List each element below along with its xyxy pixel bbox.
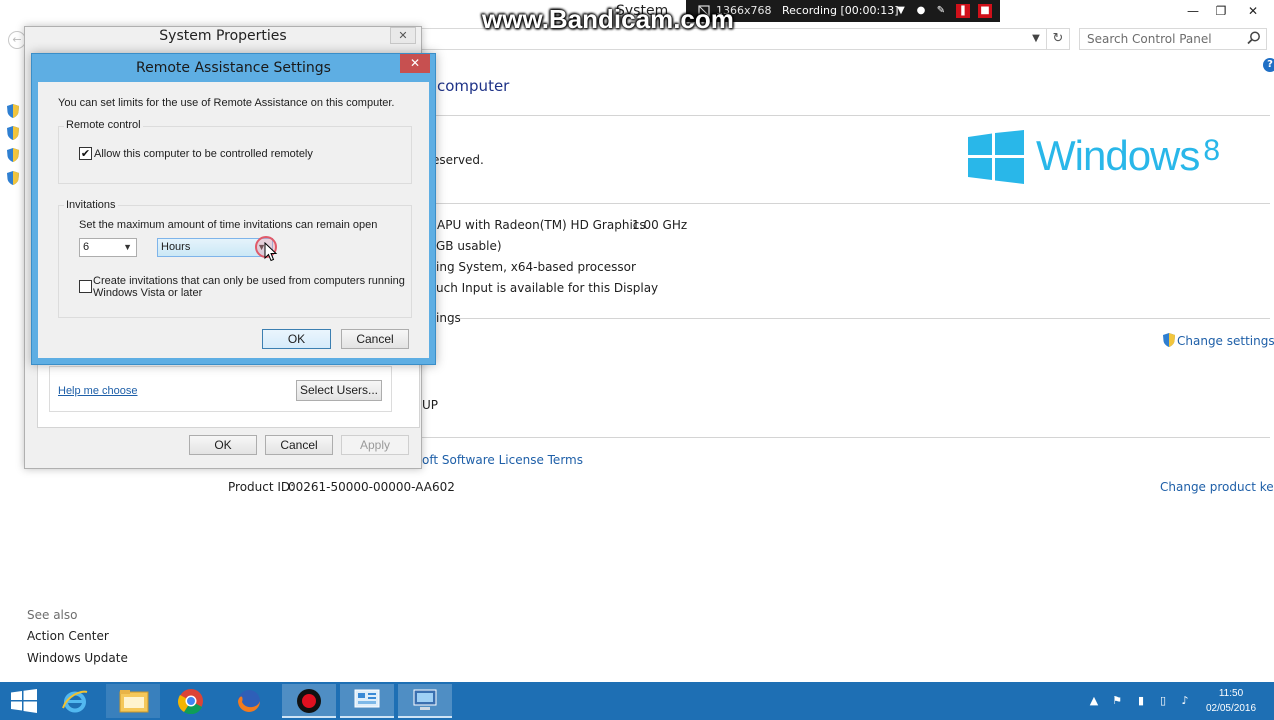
copyright-text: eserved.: [432, 153, 484, 167]
pen-touch-value: uch Input is available for this Display: [436, 281, 659, 295]
help-me-choose-link[interactable]: Help me choose: [58, 385, 138, 397]
chevron-down-icon: ▼: [123, 242, 132, 252]
pause-icon[interactable]: ❚: [956, 4, 970, 18]
refresh-icon[interactable]: ↻: [1046, 28, 1070, 50]
search-placeholder: Search Control Panel: [1087, 32, 1212, 46]
product-id-value: 00261-50000-00000-AA602: [288, 480, 455, 494]
shield-icon: [7, 104, 19, 118]
taskbar-file-explorer[interactable]: [106, 684, 160, 718]
maximize-button[interactable]: ❐: [1204, 0, 1238, 22]
ram-value: GB usable): [436, 239, 502, 253]
vista-only-checkbox[interactable]: [79, 280, 92, 293]
close-window-button[interactable]: ✕: [1236, 0, 1270, 22]
computer-icon: [413, 689, 437, 710]
taskbar-chrome[interactable]: [164, 684, 218, 718]
folder-icon: [119, 690, 149, 713]
change-product-key-link[interactable]: Change product key: [1160, 480, 1274, 494]
change-settings-link[interactable]: Change settings: [1177, 334, 1274, 348]
firefox-icon: [238, 690, 260, 712]
clock-date[interactable]: 02/05/2016: [1200, 703, 1262, 714]
shield-icon: [7, 126, 19, 140]
allow-remote-control-checkbox[interactable]: ✔: [79, 147, 92, 160]
product-id-label: Product ID:: [228, 480, 295, 494]
vista-only-label-line2: Windows Vista or later: [93, 287, 203, 299]
max-time-label: Set the maximum amount of time invitatio…: [79, 219, 378, 231]
windows-version-text: 8: [1203, 134, 1220, 167]
camera-icon[interactable]: ●: [914, 4, 928, 18]
control-panel-icon: [354, 689, 380, 708]
clock-time[interactable]: 11:50: [1200, 688, 1262, 699]
windows-brand-text: Windows: [1036, 132, 1200, 179]
close-icon[interactable]: ✕: [390, 27, 416, 44]
windows-8-brand: Windows 8: [1036, 132, 1220, 180]
ra-ok-button[interactable]: OK: [262, 329, 331, 349]
workgroup-value: UP: [422, 398, 439, 412]
internet-explorer-icon: [62, 690, 88, 713]
windows-update-link[interactable]: Windows Update: [27, 651, 128, 665]
chevron-down-icon[interactable]: ▼: [1026, 29, 1046, 49]
ra-cancel-button[interactable]: Cancel: [341, 329, 409, 349]
divider: [436, 203, 1270, 204]
shield-icon: [7, 171, 19, 185]
recorder-status: Recording [00:00:13]: [782, 4, 899, 17]
shield-icon: [7, 148, 19, 162]
sp-apply-button[interactable]: Apply: [341, 435, 409, 455]
sp-cancel-button[interactable]: Cancel: [265, 435, 333, 455]
network-icon[interactable]: ▯: [1156, 694, 1170, 708]
license-terms-link[interactable]: oft Software License Terms: [422, 453, 583, 467]
record-icon: [297, 689, 321, 713]
allow-remote-control-label: Allow this computer to be controlled rem…: [94, 148, 313, 160]
time-value-select[interactable]: 6 ▼: [79, 238, 137, 257]
time-value: 6: [83, 241, 90, 253]
processor-speed: 1.00 GHz: [632, 218, 688, 232]
divider: [460, 318, 1270, 319]
action-center-link[interactable]: Action Center: [27, 629, 109, 643]
stop-icon[interactable]: ■: [978, 4, 992, 18]
chevron-up-icon[interactable]: ▲: [1087, 694, 1101, 708]
system-type-value: ing System, x64-based processor: [436, 260, 636, 274]
settings-section-title: ings: [436, 311, 461, 325]
taskbar-bandicam[interactable]: [282, 684, 336, 718]
page-heading: computer: [437, 77, 510, 95]
select-users-button[interactable]: Select Users...: [296, 380, 382, 401]
chrome-icon: [178, 689, 203, 714]
taskbar-firefox[interactable]: [222, 684, 276, 718]
taskbar-system-properties[interactable]: [398, 684, 452, 718]
sp-ok-button[interactable]: OK: [189, 435, 257, 455]
windows-logo-icon: [968, 130, 1024, 184]
time-unit: Hours: [161, 241, 191, 253]
taskbar-internet-explorer[interactable]: [48, 684, 102, 718]
pencil-icon[interactable]: ✎: [934, 4, 948, 18]
see-also-heading: See also: [27, 608, 78, 622]
mouse-pointer-icon: [264, 242, 278, 262]
battery-icon[interactable]: ▮: [1134, 694, 1148, 708]
processor-value: APU with Radeon(TM) HD Graphics: [437, 218, 646, 232]
volume-icon[interactable]: ♪: [1178, 694, 1192, 708]
vista-only-label-line1: Create invitations that can only be used…: [93, 275, 405, 287]
divider: [436, 115, 1270, 116]
help-icon[interactable]: ?: [1263, 58, 1274, 72]
intro-text: You can set limits for the use of Remote…: [58, 97, 395, 109]
search-icon[interactable]: [1246, 30, 1262, 46]
divider: [422, 437, 1270, 438]
system-properties-title: System Properties: [159, 28, 287, 44]
remote-control-group-label: Remote control: [64, 119, 143, 131]
taskbar-control-panel[interactable]: [340, 684, 394, 718]
remote-assistance-title: Remote Assistance Settings: [136, 60, 331, 76]
action-center-flag-icon[interactable]: ⚑: [1110, 694, 1124, 708]
shield-icon: [1163, 333, 1175, 347]
close-icon[interactable]: ✕: [400, 54, 430, 73]
invitations-group-label: Invitations: [64, 199, 118, 211]
start-button-icon[interactable]: [11, 689, 37, 713]
bandicam-watermark: www.Bandicam.com: [482, 4, 734, 34]
chevron-down-icon[interactable]: ▼: [894, 4, 908, 18]
